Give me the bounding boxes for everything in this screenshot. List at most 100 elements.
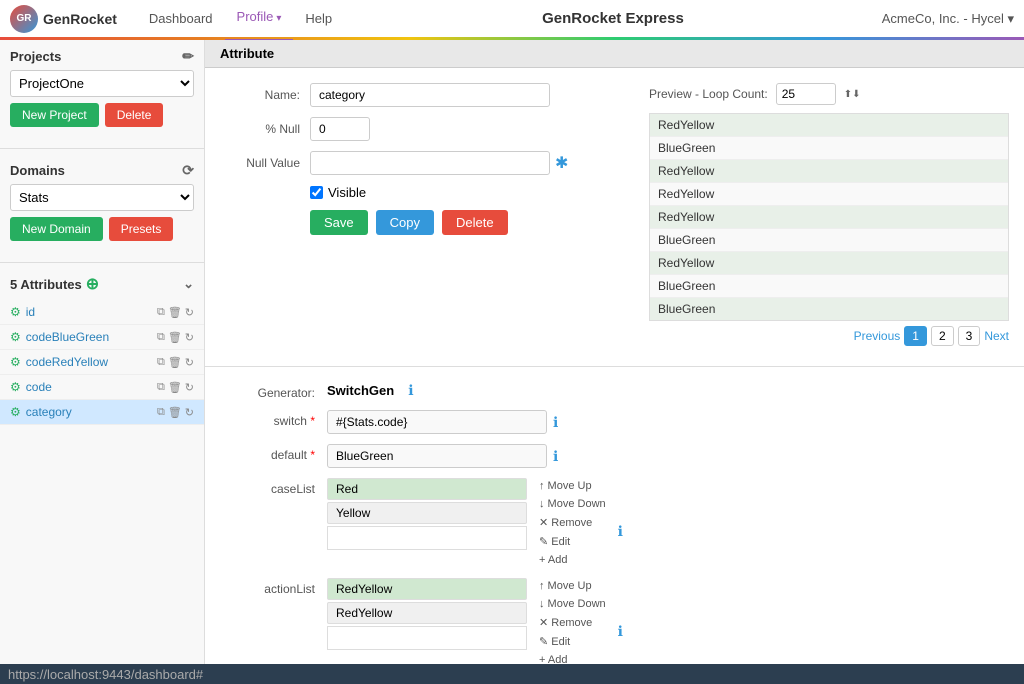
case-edit-button[interactable]: ✎ Edit <box>535 533 610 550</box>
action-remove-button[interactable]: ✕ Remove <box>535 614 610 631</box>
switch-row: switch ℹ <box>225 410 1004 434</box>
action-add-button[interactable]: + Add <box>535 652 610 664</box>
attr-refresh-icon-cbg[interactable]: ↻ <box>185 331 194 344</box>
switch-value-group: ℹ <box>327 410 558 434</box>
previous-page-link[interactable]: Previous <box>854 329 901 343</box>
account-info[interactable]: AcmeCo, Inc. - Hycel ▾ <box>882 11 1014 27</box>
app-logo: GR GenRocket <box>10 5 117 33</box>
attr-item-category[interactable]: ⚙ category ⧉ 🗑 ↻ <box>0 400 204 425</box>
top-navigation: GR GenRocket Dashboard Profile▾ Help Gen… <box>0 0 1024 40</box>
save-button[interactable]: Save <box>310 210 368 235</box>
next-page-link[interactable]: Next <box>984 329 1009 343</box>
action-info-icon[interactable]: ℹ <box>618 623 623 640</box>
attr-refresh-icon-category[interactable]: ↻ <box>185 406 194 419</box>
domains-refresh-icon[interactable]: ⟳ <box>182 162 194 179</box>
null-value-input-group: ✱ <box>310 151 568 175</box>
attr-item-code[interactable]: ⚙ code ⧉ 🗑 ↻ <box>0 375 204 400</box>
case-add-button[interactable]: + Add <box>535 552 610 568</box>
attr-refresh-icon-code[interactable]: ↻ <box>185 381 194 394</box>
generator-value: SwitchGen ℹ <box>327 382 414 399</box>
app-title: GenRocket Express <box>344 10 882 27</box>
presets-button[interactable]: Presets <box>109 217 174 241</box>
attr-refresh-icon-cry[interactable]: ↻ <box>185 356 194 369</box>
attr-refresh-icon-id[interactable]: ↻ <box>185 306 194 319</box>
case-list-buttons: ↑ Move Up ↓ Move Down ✕ Remove ✎ Edit + … <box>535 478 610 568</box>
preview-header: Preview - Loop Count: ⬆⬇ <box>649 83 1009 105</box>
name-input[interactable] <box>310 83 550 107</box>
attr-copy-icon-cbg[interactable]: ⧉ <box>157 331 165 344</box>
preview-count-input[interactable] <box>776 83 836 105</box>
attr-gear-icon-id: ⚙ <box>10 305 21 319</box>
status-bar: https://localhost:9443/dashboard# <box>0 664 1024 684</box>
attributes-header: 5 Attributes ⊕ ⌄ <box>0 268 204 300</box>
new-project-button[interactable]: New Project <box>10 103 99 127</box>
copy-button[interactable]: Copy <box>376 210 434 235</box>
projects-header: Projects ✏ <box>10 48 194 65</box>
attr-name-category: category <box>26 405 157 419</box>
attr-copy-icon-id[interactable]: ⧉ <box>157 306 165 319</box>
delete-button[interactable]: Delete <box>442 210 508 235</box>
preview-count-arrow[interactable]: ⬆⬇ <box>844 89 861 100</box>
page-1-button[interactable]: 1 <box>904 326 927 346</box>
attribute-form: Name: % Null Null Value ✱ Visible <box>220 83 629 351</box>
page-3-button[interactable]: 3 <box>958 326 981 346</box>
switch-info-icon[interactable]: ℹ <box>553 414 558 431</box>
attr-item-codeRedYellow[interactable]: ⚙ codeRedYellow ⧉ 🗑 ↻ <box>0 350 204 375</box>
case-info-icon[interactable]: ℹ <box>618 523 623 540</box>
action-edit-button[interactable]: ✎ Edit <box>535 633 610 650</box>
projects-edit-icon[interactable]: ✏ <box>182 48 194 65</box>
nav-dashboard[interactable]: Dashboard <box>137 0 225 39</box>
action-move-up-button[interactable]: ↑ Move Up <box>535 578 610 594</box>
attr-delete-icon-code[interactable]: 🗑 <box>168 381 182 394</box>
action-list-empty <box>327 626 527 650</box>
generator-info-icon[interactable]: ℹ <box>408 382 413 399</box>
case-move-down-button[interactable]: ↓ Move Down <box>535 496 610 512</box>
project-select[interactable]: ProjectOne <box>10 70 194 97</box>
attr-copy-icon-cry[interactable]: ⧉ <box>157 356 165 369</box>
default-input[interactable] <box>327 444 547 468</box>
new-domain-button[interactable]: New Domain <box>10 217 103 241</box>
main-layout: Projects ✏ ProjectOne New Project Delete… <box>0 40 1024 664</box>
attr-copy-icon-code[interactable]: ⧉ <box>157 381 165 394</box>
logo-icon: GR <box>10 5 38 33</box>
switch-input[interactable] <box>327 410 547 434</box>
add-attribute-icon[interactable]: ⊕ <box>86 274 99 294</box>
pagination: Previous 1 2 3 Next <box>649 321 1009 351</box>
attr-name-codeBlueGreen: codeBlueGreen <box>26 330 157 344</box>
attr-item-id[interactable]: ⚙ id ⧉ 🗑 ↻ <box>0 300 204 325</box>
case-move-up-button[interactable]: ↑ Move Up <box>535 478 610 494</box>
visible-row: Visible <box>310 185 629 200</box>
nav-profile[interactable]: Profile▾ <box>225 0 294 41</box>
generator-row: Generator: SwitchGen ℹ <box>225 382 1004 400</box>
sidebar: Projects ✏ ProjectOne New Project Delete… <box>0 40 205 664</box>
generator-label: Generator: <box>225 382 315 400</box>
name-row: Name: <box>220 83 629 107</box>
attr-delete-icon-id[interactable]: 🗑 <box>168 306 182 319</box>
nav-help[interactable]: Help <box>293 0 344 39</box>
null-percent-input[interactable] <box>310 117 370 141</box>
attr-item-codeBlueGreen[interactable]: ⚙ codeBlueGreen ⧉ 🗑 ↻ <box>0 325 204 350</box>
case-list-content: Red Yellow ↑ Move Up ↓ Move Down ✕ Remov… <box>327 478 623 568</box>
page-2-button[interactable]: 2 <box>931 326 954 346</box>
attr-delete-icon-cry[interactable]: 🗑 <box>168 356 182 369</box>
default-row: default ℹ <box>225 444 1004 468</box>
action-move-down-button[interactable]: ↓ Move Down <box>535 596 610 612</box>
null-value-asterisk-icon[interactable]: ✱ <box>555 153 568 173</box>
attr-copy-icon-category[interactable]: ⧉ <box>157 406 165 419</box>
attr-delete-icon-cbg[interactable]: 🗑 <box>168 331 182 344</box>
domain-select[interactable]: Stats <box>10 184 194 211</box>
case-list-section: caseList Red Yellow ↑ Move Up ↓ Move Dow… <box>225 478 1004 568</box>
delete-project-button[interactable]: Delete <box>105 103 164 127</box>
action-list-items: RedYellow RedYellow <box>327 578 527 664</box>
visible-label: Visible <box>328 185 366 200</box>
case-remove-button[interactable]: ✕ Remove <box>535 514 610 531</box>
null-value-input[interactable] <box>310 151 550 175</box>
default-info-icon[interactable]: ℹ <box>553 448 558 465</box>
attr-gear-icon-category: ⚙ <box>10 405 21 419</box>
attrs-chevron-icon[interactable]: ⌄ <box>183 276 194 292</box>
status-url: https://localhost:9443/dashboard# <box>8 667 203 682</box>
preview-list: RedYellow BlueGreen RedYellow RedYellow … <box>649 113 1009 321</box>
attr-delete-icon-category[interactable]: 🗑 <box>168 406 182 419</box>
generator-section: Generator: SwitchGen ℹ switch ℹ default <box>205 367 1024 664</box>
visible-checkbox[interactable] <box>310 186 323 199</box>
